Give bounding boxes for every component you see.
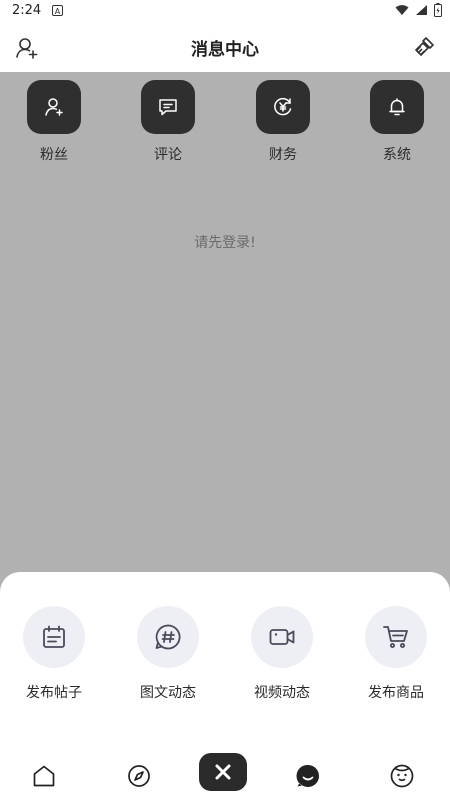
page-title: 消息中心: [191, 40, 259, 60]
login-prompt[interactable]: 请先登录!: [0, 232, 450, 252]
app-header: 消息中心: [0, 22, 450, 72]
home-icon: [33, 765, 55, 787]
status-time: 2:24: [12, 3, 42, 18]
system-bell-icon: [370, 80, 424, 134]
cart-icon: [365, 606, 427, 668]
action-label: 发布帖子: [26, 685, 82, 701]
category-finance[interactable]: 财务: [243, 80, 323, 164]
close-publish-button[interactable]: [199, 753, 247, 791]
status-bar: 2:24 A: [0, 0, 450, 22]
signal-icon: [416, 5, 427, 15]
clear-brush-icon[interactable]: [412, 35, 436, 63]
comment-icon: [141, 80, 195, 134]
post-icon: [23, 606, 85, 668]
tab-discover[interactable]: [119, 756, 159, 796]
hashtag-icon: [137, 606, 199, 668]
action-label: 视频动态: [254, 685, 310, 701]
wifi-icon: [395, 5, 409, 15]
action-video[interactable]: 视频动态: [237, 606, 327, 702]
category-label: 系统: [383, 147, 411, 163]
publish-sheet: 发布帖子 图文动态 视频动态 发布商品: [0, 572, 450, 800]
status-icons: [395, 3, 442, 17]
category-fans[interactable]: 粉丝: [14, 80, 94, 164]
action-image-text[interactable]: 图文动态: [123, 606, 213, 702]
battery-icon: [434, 3, 442, 17]
category-label: 粉丝: [40, 147, 68, 163]
profile-icon: [390, 764, 414, 788]
category-system[interactable]: 系统: [357, 80, 437, 164]
tab-profile[interactable]: [382, 756, 422, 796]
category-label: 评论: [154, 147, 182, 163]
category-comment[interactable]: 评论: [128, 80, 208, 164]
category-label: 财务: [269, 147, 297, 163]
close-icon: [215, 764, 231, 780]
message-icon: [296, 764, 319, 787]
tab-home[interactable]: [24, 756, 64, 796]
action-label: 图文动态: [140, 685, 196, 701]
discover-icon: [128, 765, 150, 787]
video-icon: [251, 606, 313, 668]
action-publish-post[interactable]: 发布帖子: [9, 606, 99, 702]
app-notification-icon: A: [52, 5, 63, 16]
action-label: 发布商品: [368, 685, 424, 701]
finance-icon: [256, 80, 310, 134]
action-publish-product[interactable]: 发布商品: [351, 606, 441, 702]
fans-icon: [27, 80, 81, 134]
tab-messages[interactable]: [288, 756, 328, 796]
